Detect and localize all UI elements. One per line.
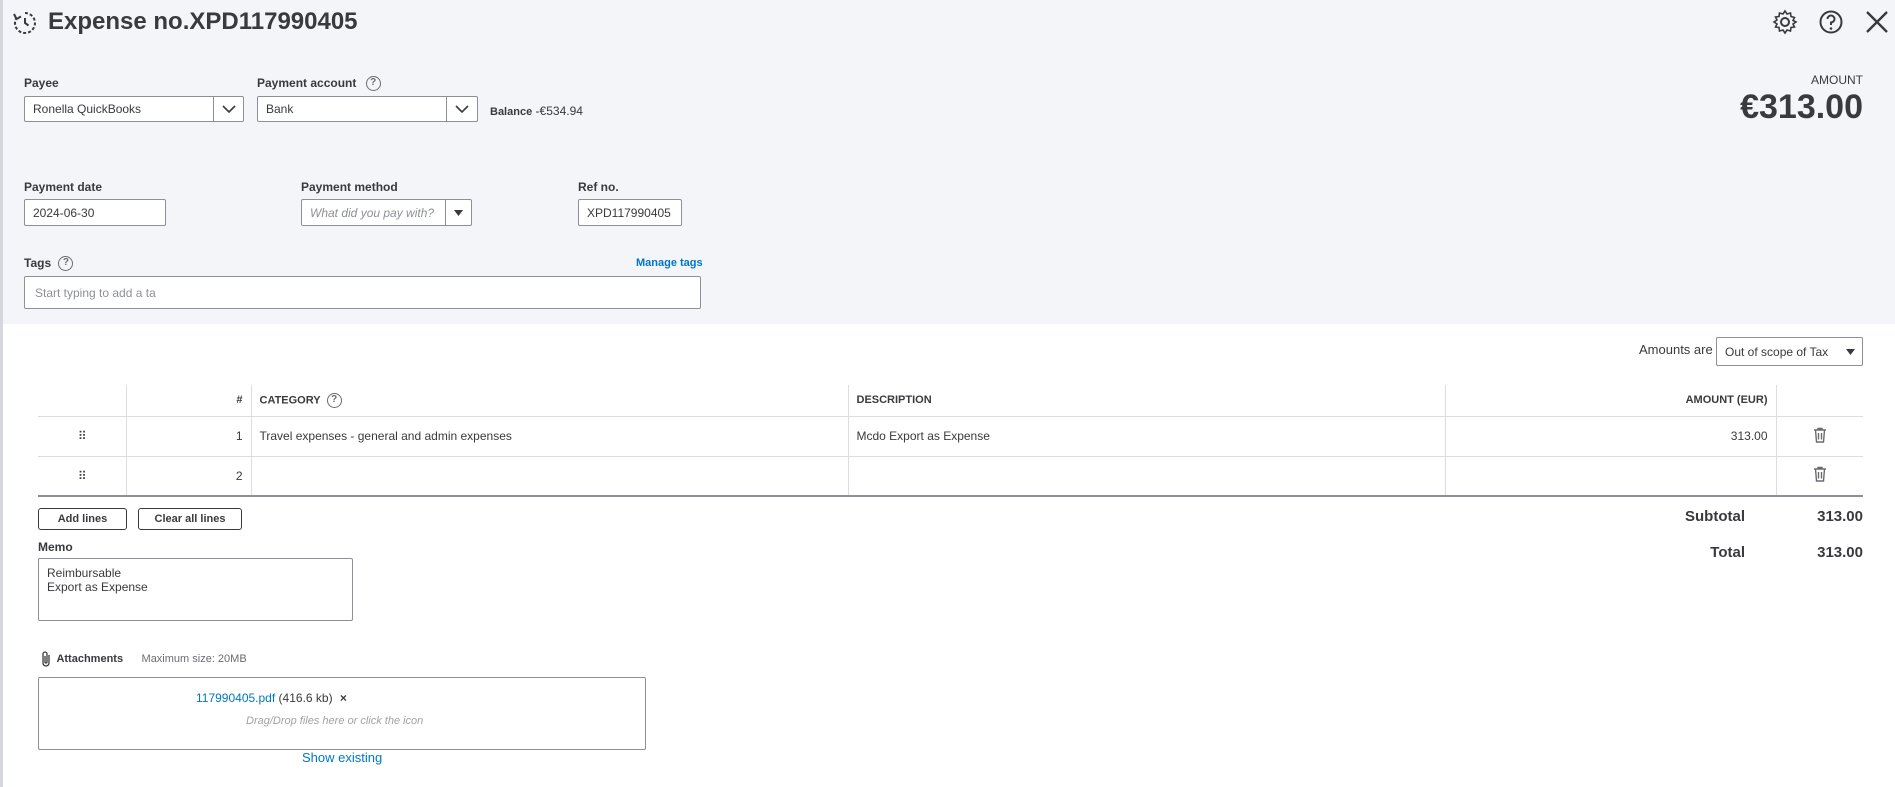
attachments-header: Attachments Maximum size: 20MB (40, 650, 247, 668)
amount-value: €313.00 (1740, 88, 1863, 126)
subtotal-value: 313.00 (1817, 508, 1863, 525)
tags-input[interactable]: Start typing to add a ta (24, 276, 701, 309)
payment-method-dropdown-button[interactable] (445, 200, 471, 225)
amounts-are-value: Out of scope of Tax (1725, 344, 1829, 359)
header-drag (38, 385, 126, 417)
history-icon[interactable] (12, 10, 38, 36)
gear-icon[interactable] (1772, 9, 1798, 35)
memo-line: Reimbursable (47, 566, 122, 580)
chevron-down-icon (455, 104, 469, 113)
total-label: Total (1710, 544, 1745, 561)
clear-all-lines-button[interactable]: Clear all lines (138, 508, 242, 530)
ref-no-input[interactable]: XPD117990405 (578, 199, 682, 226)
table-row[interactable]: ⠿ 1 Travel expenses - general and admin … (38, 416, 1863, 457)
header-category-label: CATEGORY (259, 394, 321, 407)
payment-method-select[interactable]: What did you pay with? (301, 199, 472, 226)
header-amount: AMOUNT (EUR) (1444, 385, 1776, 417)
row-delete-cell (1775, 456, 1863, 497)
tags-label: Tags (24, 256, 52, 270)
attachment-file-size: (416.6 kb) (278, 691, 333, 705)
payment-date-input[interactable]: 2024-06-30 (24, 199, 166, 226)
caret-down-icon (454, 209, 463, 216)
payment-account-dropdown-button[interactable] (446, 97, 477, 121)
row-description[interactable] (847, 456, 1445, 497)
payment-method-label: Payment method (301, 180, 398, 194)
help-icon[interactable]: ? (326, 392, 342, 408)
trash-icon[interactable] (1813, 466, 1827, 482)
payment-method-placeholder: What did you pay with? (310, 205, 435, 220)
trash-icon[interactable] (1813, 427, 1827, 443)
tags-placeholder: Start typing to add a ta (35, 285, 156, 300)
ref-no-value: XPD117990405 (587, 205, 671, 220)
row-num: 2 (125, 456, 251, 497)
payment-date-value: 2024-06-30 (33, 205, 95, 220)
balance-row: Balance -€534.94 (490, 104, 583, 118)
header-actions (1775, 385, 1863, 417)
payment-date-label: Payment date (24, 180, 103, 194)
payee-select[interactable]: Ronella QuickBooks (24, 96, 244, 122)
amounts-are-dropdown-button[interactable] (1838, 338, 1862, 365)
remove-attachment-icon[interactable]: × (340, 691, 347, 705)
attachment-item: 117990405.pdf (416.6 kb) × (196, 691, 347, 705)
tags-label-row: Tags ? (24, 256, 74, 272)
left-edge-divider (0, 0, 3, 787)
row-category[interactable]: Travel expenses - general and admin expe… (250, 416, 848, 457)
payee-dropdown-button[interactable] (213, 97, 243, 121)
amounts-are-label: Amounts are (1639, 342, 1713, 357)
help-icon[interactable]: ? (58, 256, 74, 272)
caret-down-icon (1845, 348, 1855, 355)
add-lines-button[interactable]: Add lines (38, 508, 127, 530)
row-amount[interactable]: 313.00 (1444, 416, 1776, 457)
table-row[interactable]: ⠿ 2 (38, 456, 1863, 497)
payment-account-select[interactable]: Bank (257, 96, 478, 122)
memo-label: Memo (38, 540, 73, 554)
dropzone-hint: Drag/Drop files here or click the icon (246, 715, 424, 727)
payee-value: Ronella QuickBooks (33, 102, 142, 116)
drag-handle-icon[interactable]: ⠿ (38, 416, 126, 457)
help-icon[interactable]: ? (365, 76, 381, 92)
header-category: CATEGORY? (250, 385, 848, 417)
memo-line: Export as Expense (47, 580, 148, 594)
page-title: Expense no.XPD117990405 (48, 8, 358, 35)
expense-lines-table: # CATEGORY? DESCRIPTION AMOUNT (EUR) ⠿ 1… (38, 385, 1863, 497)
row-delete-cell (1775, 416, 1863, 457)
manage-tags-link[interactable]: Manage tags (636, 257, 703, 269)
subtotal-label: Subtotal (1685, 508, 1745, 525)
row-amount[interactable] (1444, 456, 1776, 497)
amounts-are-select[interactable]: Out of scope of Tax (1716, 337, 1863, 366)
drag-handle-icon[interactable]: ⠿ (38, 456, 126, 497)
payment-account-value: Bank (266, 102, 294, 116)
row-description[interactable]: Mcdo Export as Expense (847, 416, 1445, 457)
total-value: 313.00 (1817, 544, 1863, 561)
attachments-dropzone[interactable]: 117990405.pdf (416.6 kb) × Drag/Drop fil… (38, 677, 646, 750)
row-num: 1 (125, 416, 251, 457)
ref-no-label: Ref no. (578, 180, 619, 194)
header-description: DESCRIPTION (847, 385, 1445, 417)
close-icon[interactable] (1864, 9, 1890, 35)
balance-label: Balance (490, 106, 533, 118)
help-icon[interactable] (1818, 9, 1844, 35)
attachments-max-size: Maximum size: 20MB (141, 653, 247, 665)
payment-account-label-row: Payment account ? (257, 76, 381, 92)
amount-label: AMOUNT (1811, 73, 1863, 87)
balance-value: -€534.94 (535, 104, 583, 118)
show-existing-link[interactable]: Show existing (302, 750, 382, 765)
row-category[interactable] (250, 456, 848, 497)
payee-label: Payee (24, 76, 59, 90)
attachment-file-link[interactable]: 117990405.pdf (196, 691, 275, 705)
table-header-row: # CATEGORY? DESCRIPTION AMOUNT (EUR) (38, 385, 1863, 417)
attachments-label: Attachments (56, 653, 124, 665)
payment-account-label: Payment account (257, 76, 357, 90)
header-num: # (125, 385, 251, 417)
paperclip-icon[interactable] (40, 650, 52, 668)
memo-textarea[interactable]: Reimbursable Export as Expense (38, 558, 353, 621)
chevron-down-icon (221, 104, 236, 113)
